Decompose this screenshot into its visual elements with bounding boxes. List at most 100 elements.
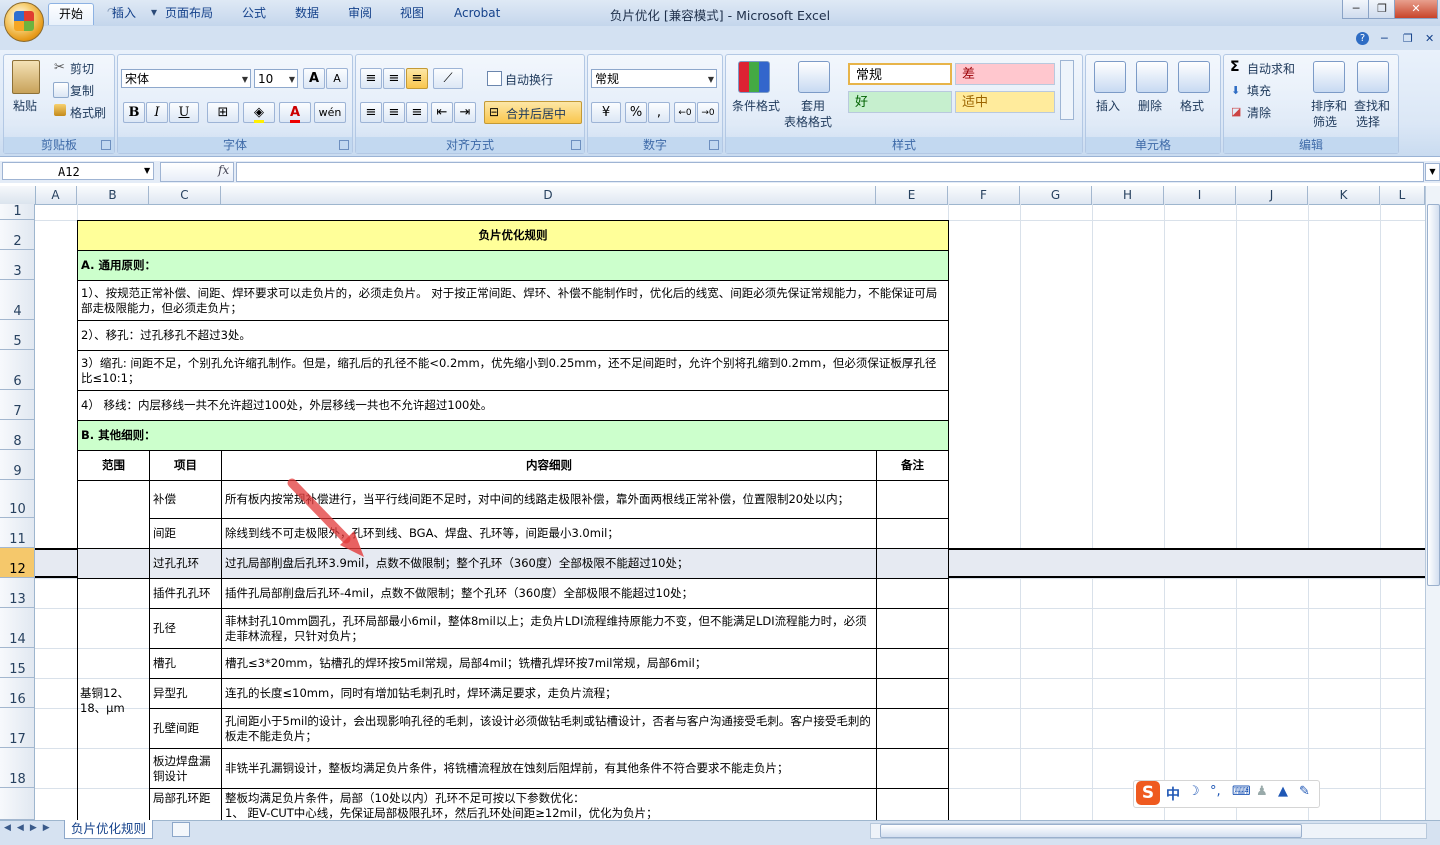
insert-cells-button[interactable]: 插入: [1096, 97, 1120, 114]
find-select-label-1[interactable]: 查找和: [1354, 97, 1390, 114]
style-normal[interactable]: 常规: [848, 63, 952, 85]
sheet-tab-active[interactable]: 负片优化规则: [64, 820, 154, 839]
paste-icon[interactable]: [12, 60, 40, 94]
row-header[interactable]: 13: [0, 578, 35, 608]
row-header[interactable]: [0, 788, 35, 820]
ribbon-minimize-icon[interactable]: ─: [1381, 32, 1388, 45]
align-bottom-button[interactable]: ≡: [406, 68, 428, 89]
tab-insert[interactable]: 插入: [102, 3, 146, 24]
styles-scroll[interactable]: [1060, 60, 1074, 120]
dialog-launcher-icon[interactable]: [339, 140, 349, 150]
row-header[interactable]: 6: [0, 350, 35, 390]
row-header[interactable]: 15: [0, 648, 35, 678]
punctuation-icon[interactable]: °,: [1210, 784, 1221, 799]
align-left-button[interactable]: ≡: [360, 102, 382, 123]
skin-icon[interactable]: ▲: [1278, 784, 1288, 799]
align-top-button[interactable]: ≡: [360, 68, 382, 89]
row-header[interactable]: 5: [0, 320, 35, 350]
dialog-launcher-icon[interactable]: [571, 140, 581, 150]
column-header[interactable]: J: [1236, 186, 1308, 204]
merge-center-button[interactable]: 合并后居中 ⊟: [484, 101, 582, 124]
sort-filter-label-1[interactable]: 排序和: [1311, 97, 1347, 114]
currency-button[interactable]: ¥: [591, 102, 621, 123]
row-header[interactable]: 17: [0, 708, 35, 748]
column-header[interactable]: I: [1164, 186, 1236, 204]
align-center-button[interactable]: ≡: [383, 102, 405, 123]
comma-button[interactable]: ,: [648, 102, 670, 123]
vertical-scroll-thumb[interactable]: [1427, 204, 1440, 586]
conditional-format-button[interactable]: 条件格式: [732, 97, 780, 114]
column-header[interactable]: D: [221, 186, 876, 204]
row-header[interactable]: 16: [0, 678, 35, 708]
column-header[interactable]: B: [77, 186, 149, 204]
tab-page-layout[interactable]: 页面布局: [155, 3, 223, 24]
row-header[interactable]: 9: [0, 450, 35, 480]
minimize-button[interactable]: ─: [1342, 0, 1370, 19]
keyboard-icon[interactable]: ⌨: [1232, 784, 1251, 799]
tab-review[interactable]: 审阅: [338, 3, 382, 24]
tab-view[interactable]: 视图: [390, 3, 434, 24]
underline-button[interactable]: U: [169, 102, 199, 123]
fill-button[interactable]: 填充: [1247, 82, 1271, 99]
row-header[interactable]: 11: [0, 518, 35, 548]
help-icon[interactable]: ?: [1356, 32, 1369, 45]
decrease-indent-button[interactable]: ⇤: [431, 102, 453, 123]
column-header[interactable]: E: [876, 186, 948, 204]
align-middle-button[interactable]: ≡: [383, 68, 405, 89]
horizontal-scroll-thumb[interactable]: [880, 824, 1302, 838]
phonetic-button[interactable]: wén: [314, 102, 346, 123]
ime-language-toggle[interactable]: 中: [1166, 784, 1180, 804]
row-header[interactable]: 14: [0, 608, 35, 648]
close-button[interactable]: ✕: [1394, 0, 1438, 19]
border-button[interactable]: ⊞: [207, 102, 239, 123]
tab-data[interactable]: 数据: [285, 3, 329, 24]
shrink-font-button[interactable]: A: [326, 68, 348, 89]
row-header[interactable]: 4: [0, 280, 35, 320]
settings-wrench-icon[interactable]: ✎: [1299, 784, 1310, 799]
column-header[interactable]: K: [1308, 186, 1380, 204]
column-header[interactable]: C: [149, 186, 221, 204]
align-right-button[interactable]: ≡: [406, 102, 428, 123]
find-select-label-2[interactable]: 选择: [1356, 113, 1380, 130]
row-header[interactable]: 3: [0, 250, 35, 280]
percent-button[interactable]: %: [625, 102, 647, 123]
moon-icon[interactable]: ☽: [1188, 784, 1200, 799]
decrease-decimal-button[interactable]: →0: [697, 102, 719, 123]
style-neutral[interactable]: 适中: [955, 91, 1055, 113]
increase-decimal-button[interactable]: ←0: [674, 102, 696, 123]
fill-color-button[interactable]: ◈: [243, 102, 275, 123]
formula-input[interactable]: [236, 162, 1424, 182]
insert-sheet-icon[interactable]: [172, 822, 190, 837]
tab-formulas[interactable]: 公式: [232, 3, 276, 24]
row-header[interactable]: 8: [0, 420, 35, 450]
row-header[interactable]: 7: [0, 390, 35, 420]
sogou-logo-icon[interactable]: S: [1136, 781, 1160, 805]
dialog-launcher-icon[interactable]: [101, 140, 111, 150]
font-size-select[interactable]: 10 ▼: [254, 69, 298, 88]
number-format-select[interactable]: 常规 ▼: [591, 69, 717, 88]
paste-button[interactable]: 粘贴: [13, 97, 37, 114]
column-header[interactable]: H: [1092, 186, 1164, 204]
cut-button[interactable]: 剪切: [70, 60, 94, 77]
grow-font-button[interactable]: A: [303, 68, 325, 89]
row-header[interactable]: 1: [0, 204, 35, 220]
ribbon-restore-icon[interactable]: ❐: [1403, 32, 1413, 45]
format-cells-button[interactable]: 格式: [1180, 97, 1204, 114]
column-header[interactable]: F: [948, 186, 1020, 204]
row-header-selected[interactable]: 12: [0, 548, 35, 578]
table-format-label-1[interactable]: 套用: [801, 97, 825, 114]
row-header[interactable]: 10: [0, 480, 35, 518]
sort-filter-label-2[interactable]: 筛选: [1313, 113, 1337, 130]
clear-button[interactable]: 清除: [1247, 104, 1271, 121]
increase-indent-button[interactable]: ⇥: [454, 102, 476, 123]
font-color-button[interactable]: A: [279, 102, 311, 123]
sheet-nav-arrows-icon[interactable]: ◀◀▶▶: [4, 823, 56, 833]
tab-home[interactable]: 开始: [48, 3, 95, 25]
select-all-corner[interactable]: [0, 186, 36, 204]
column-header[interactable]: L: [1380, 186, 1425, 204]
insert-function-icon[interactable]: fx: [218, 163, 229, 177]
column-header[interactable]: G: [1020, 186, 1092, 204]
name-box[interactable]: A12: [2, 162, 154, 180]
autosum-button[interactable]: 自动求和: [1247, 60, 1295, 77]
wrap-text-button[interactable]: 自动换行: [505, 71, 553, 88]
